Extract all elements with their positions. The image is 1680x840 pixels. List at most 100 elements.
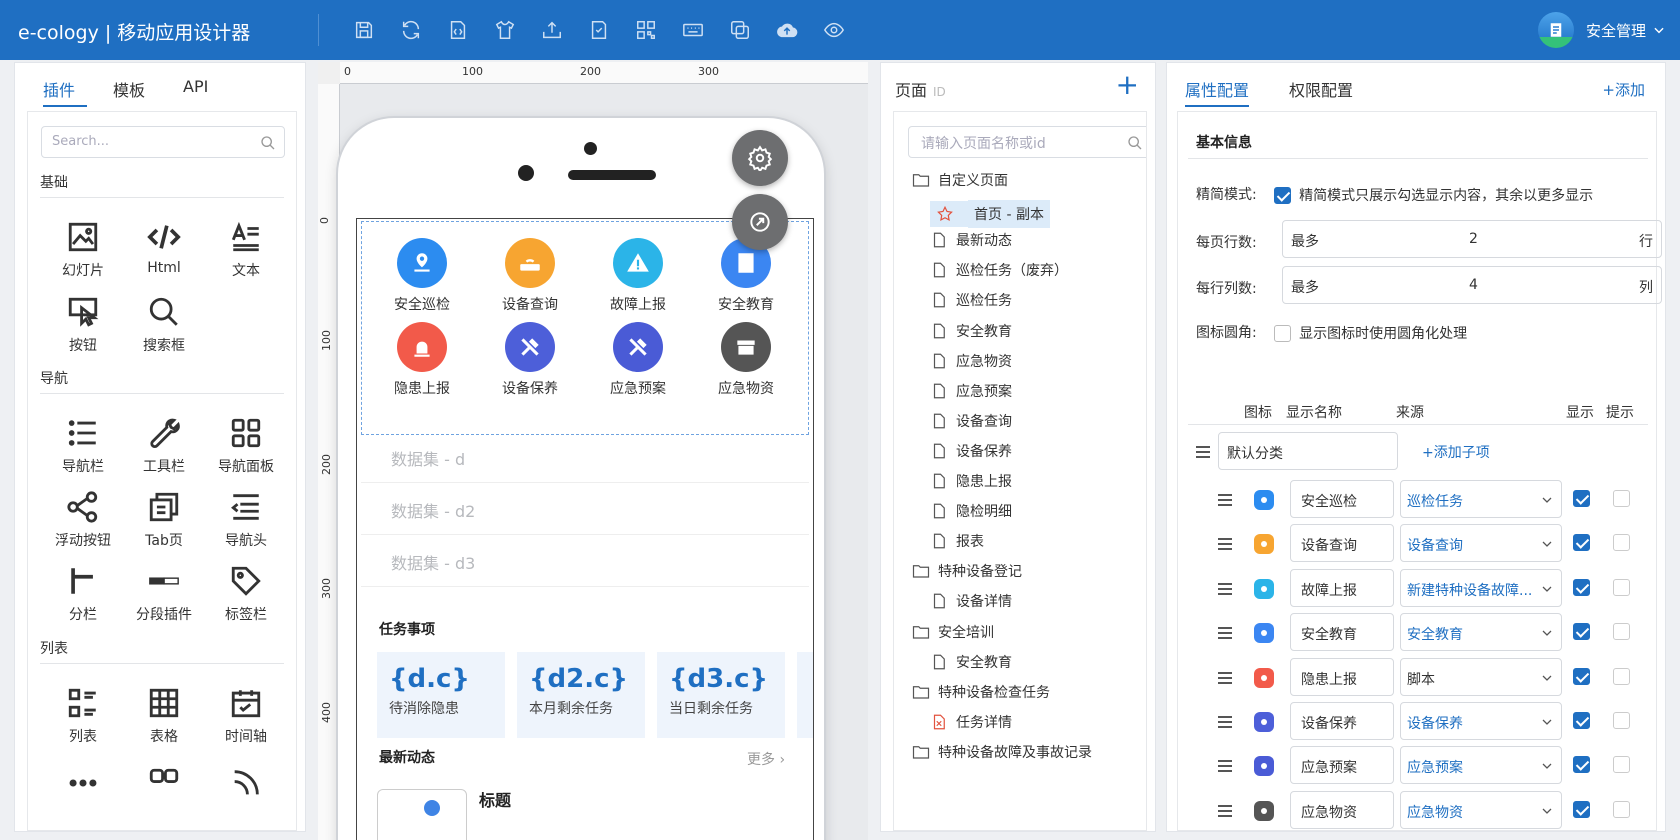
item-name-input[interactable]: 安全教育 bbox=[1290, 613, 1394, 652]
user-menu[interactable]: 安全管理 bbox=[1537, 12, 1666, 48]
checklist-icon[interactable] bbox=[575, 16, 622, 44]
cloud-upload-icon[interactable] bbox=[763, 16, 810, 44]
item-name-input[interactable]: 故障上报 bbox=[1290, 568, 1394, 607]
item-tip-checkbox[interactable] bbox=[1613, 578, 1630, 596]
keyboard-icon[interactable] bbox=[669, 16, 716, 44]
add-button[interactable]: +添加 bbox=[1602, 79, 1645, 100]
component-timeline[interactable]: 时间轴 bbox=[211, 686, 281, 746]
item-source-select[interactable]: 应急物资 bbox=[1400, 790, 1562, 829]
icon-grid[interactable]: 安全巡检 设备查询 故障上报 安全教育 隐患上报 设备保养 应急预案 应急物资 bbox=[361, 221, 809, 435]
tree-page[interactable]: 安全教育 bbox=[930, 652, 1012, 672]
item-tip-checkbox[interactable] bbox=[1613, 667, 1630, 685]
tree-page[interactable]: 设备保养 bbox=[930, 441, 1012, 461]
component-toolbar[interactable]: 工具栏 bbox=[129, 416, 199, 476]
tree-page[interactable]: 设备查询 bbox=[930, 411, 1012, 431]
tree-folder[interactable]: 特种设备登记 bbox=[912, 561, 1022, 581]
drag-handle-icon[interactable] bbox=[1218, 494, 1232, 506]
drag-handle-icon[interactable] bbox=[1218, 671, 1232, 684]
more-icon[interactable] bbox=[48, 766, 118, 806]
item-icon[interactable] bbox=[1254, 712, 1274, 732]
component-search-input[interactable]: Search... bbox=[41, 126, 285, 158]
task-card[interactable]: {d.c} 待消除隐患 bbox=[377, 652, 505, 738]
tree-page[interactable]: 巡检任务 bbox=[930, 290, 1012, 310]
item-tip-checkbox[interactable] bbox=[1613, 800, 1630, 818]
item-icon[interactable] bbox=[1254, 756, 1274, 777]
add-page-button[interactable]: + bbox=[1116, 71, 1139, 99]
component-html[interactable]: Html bbox=[129, 220, 199, 276]
item-icon[interactable] bbox=[1254, 578, 1274, 599]
grid-item[interactable]: 隐患上报 bbox=[368, 322, 476, 398]
category-input[interactable]: 默认分类 bbox=[1218, 432, 1398, 470]
tree-folder[interactable]: 自定义页面 bbox=[912, 170, 1008, 190]
grid-item[interactable]: 应急预案 bbox=[584, 322, 692, 398]
tree-page[interactable]: 报表 bbox=[930, 531, 984, 551]
item-show-checkbox[interactable] bbox=[1573, 534, 1590, 552]
tree-folder[interactable]: 特种设备故障及事故记录 bbox=[912, 742, 1092, 762]
component-searchbox[interactable]: 搜索框 bbox=[129, 295, 199, 355]
task-card[interactable]: {d2.c} 本月剩余任务 bbox=[517, 652, 645, 738]
item-source-select[interactable]: 巡检任务 bbox=[1400, 480, 1562, 518]
tree-page[interactable]: 巡检任务（废弃） bbox=[930, 260, 1068, 280]
item-show-checkbox[interactable] bbox=[1573, 667, 1590, 685]
more-link[interactable]: 更多 › bbox=[747, 749, 785, 769]
settings-fab[interactable] bbox=[732, 130, 788, 186]
shirt-icon[interactable] bbox=[481, 16, 528, 44]
tree-page[interactable]: 应急预案 bbox=[930, 381, 1012, 401]
tree-folder[interactable]: 安全培训 bbox=[912, 622, 994, 642]
grid-item[interactable]: 设备保养 bbox=[476, 322, 584, 398]
grid-item[interactable]: 安全教育 bbox=[692, 238, 800, 314]
tree-page[interactable]: 任务详情 bbox=[930, 712, 1012, 732]
drag-handle-icon[interactable] bbox=[1218, 760, 1232, 773]
item-tip-checkbox[interactable] bbox=[1613, 534, 1630, 552]
add-child-button[interactable]: +添加子项 bbox=[1422, 442, 1490, 462]
item-source-select[interactable]: 新建特种设备故障... bbox=[1400, 568, 1562, 607]
save-icon[interactable] bbox=[340, 16, 387, 44]
dataset-row[interactable]: 数据集 - d bbox=[361, 428, 809, 483]
component-navpanel[interactable]: 导航面板 bbox=[211, 416, 281, 476]
tab-property-config[interactable]: 属性配置 bbox=[1185, 77, 1249, 101]
item-name-input[interactable]: 隐患上报 bbox=[1290, 657, 1394, 696]
icon-round-checkbox[interactable] bbox=[1273, 324, 1291, 342]
item-tip-checkbox[interactable] bbox=[1613, 712, 1630, 729]
component-tagbar[interactable]: 标签栏 bbox=[211, 564, 281, 624]
news-item-title[interactable]: 标题 bbox=[479, 787, 511, 811]
item-name-input[interactable]: 设备查询 bbox=[1290, 524, 1394, 563]
component-text[interactable]: 文本 bbox=[211, 220, 281, 280]
item-icon[interactable] bbox=[1254, 490, 1274, 510]
copy-icon[interactable] bbox=[716, 16, 763, 44]
drag-handle-icon[interactable] bbox=[1218, 538, 1232, 551]
item-icon[interactable] bbox=[1254, 800, 1274, 821]
grid-item[interactable]: 安全巡检 bbox=[368, 238, 476, 314]
drag-handle-icon[interactable] bbox=[1218, 716, 1232, 728]
eye-icon[interactable] bbox=[810, 16, 857, 44]
simple-mode-checkbox[interactable] bbox=[1273, 186, 1291, 204]
component-segment[interactable]: 分段插件 bbox=[129, 564, 199, 624]
tree-page[interactable]: 最新动态 bbox=[930, 230, 1012, 250]
drag-handle-icon[interactable] bbox=[1218, 804, 1232, 817]
component-slideshow[interactable]: 幻灯片 bbox=[48, 220, 118, 280]
item-source-select[interactable]: 安全教育 bbox=[1400, 613, 1562, 652]
qrcode-icon[interactable] bbox=[622, 16, 669, 44]
item-source-select[interactable]: 应急预案 bbox=[1400, 746, 1562, 785]
item-name-input[interactable]: 应急预案 bbox=[1290, 746, 1394, 785]
card-grid-icon[interactable] bbox=[129, 766, 199, 806]
item-tip-checkbox[interactable] bbox=[1613, 623, 1630, 641]
drag-handle-icon[interactable] bbox=[1218, 627, 1232, 640]
grid-item[interactable]: 故障上报 bbox=[584, 238, 692, 314]
item-show-checkbox[interactable] bbox=[1573, 623, 1590, 641]
item-name-input[interactable]: 安全巡检 bbox=[1290, 480, 1394, 518]
item-source-select[interactable]: 设备查询 bbox=[1400, 524, 1562, 563]
item-tip-checkbox[interactable] bbox=[1613, 756, 1630, 774]
component-table[interactable]: 表格 bbox=[129, 686, 199, 746]
item-icon[interactable] bbox=[1254, 534, 1274, 555]
item-name-input[interactable]: 应急物资 bbox=[1290, 790, 1394, 829]
tree-page[interactable]: 应急物资 bbox=[930, 351, 1012, 371]
item-source-select[interactable]: 设备保养 bbox=[1400, 702, 1562, 740]
item-tip-checkbox[interactable] bbox=[1613, 490, 1630, 507]
tab-permission-config[interactable]: 权限配置 bbox=[1289, 77, 1353, 101]
item-show-checkbox[interactable] bbox=[1573, 756, 1590, 774]
tab-plugins[interactable]: 插件 bbox=[43, 77, 75, 101]
component-list[interactable]: 列表 bbox=[48, 686, 118, 746]
tab-api[interactable]: API bbox=[183, 77, 208, 96]
item-icon[interactable] bbox=[1254, 623, 1274, 644]
